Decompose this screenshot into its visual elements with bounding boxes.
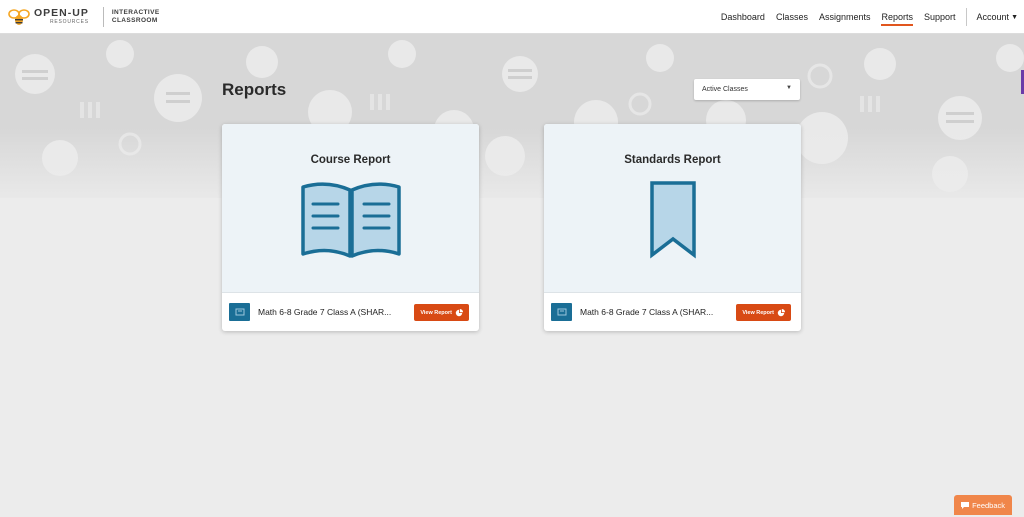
view-report-label: View Report bbox=[420, 309, 452, 316]
brand-name: OPEN-UP bbox=[34, 7, 89, 20]
view-report-button[interactable]: View Report bbox=[736, 304, 791, 321]
brand-divider bbox=[102, 6, 104, 27]
top-navigation-bar: OPEN-UP RESOURCES INTERACTIVE CLASSROOM … bbox=[0, 0, 1024, 34]
brand-wordmark: OPEN-UP RESOURCES bbox=[34, 8, 89, 25]
class-icon bbox=[229, 303, 250, 321]
class-filter-dropdown[interactable]: Active Classes ▼ bbox=[694, 79, 800, 100]
decorative-pattern-banner bbox=[0, 34, 1024, 198]
brand-logo[interactable]: OPEN-UP RESOURCES bbox=[8, 7, 89, 27]
card-illustration bbox=[544, 180, 801, 260]
class-name: Math 6-8 Grade 7 Class A (SHAR... bbox=[258, 307, 392, 317]
standards-report-card: Standards Report Math 6-8 Grade 7 Class … bbox=[544, 124, 801, 331]
product-line-2: CLASSROOM bbox=[111, 16, 158, 24]
feedback-label: Feedback bbox=[972, 500, 1005, 510]
caret-down-icon: ▼ bbox=[1011, 13, 1018, 21]
nav-assignments[interactable]: Assignments bbox=[819, 0, 871, 34]
bee-icon bbox=[8, 8, 30, 25]
nav-reports[interactable]: Reports bbox=[881, 0, 913, 34]
caret-down-icon: ▼ bbox=[786, 85, 792, 91]
course-report-footer: Math 6-8 Grade 7 Class A (SHAR... View R… bbox=[222, 292, 479, 331]
standards-report-title: Standards Report bbox=[624, 154, 721, 166]
card-illustration bbox=[222, 180, 479, 260]
pie-chart-icon bbox=[777, 308, 785, 316]
nav-dashboard[interactable]: Dashboard bbox=[721, 0, 765, 34]
class-icon bbox=[551, 303, 572, 321]
page-title: Reports bbox=[222, 80, 287, 99]
course-report-title: Course Report bbox=[310, 154, 391, 166]
nav-divider bbox=[965, 8, 967, 26]
pattern-fade bbox=[0, 128, 1024, 198]
product-line-1: INTERACTIVE bbox=[111, 8, 160, 16]
class-name: Math 6-8 Grade 7 Class A (SHAR... bbox=[580, 307, 714, 317]
standards-report-footer: Math 6-8 Grade 7 Class A (SHAR... View R… bbox=[544, 292, 801, 331]
product-name: INTERACTIVE CLASSROOM bbox=[112, 9, 160, 25]
pie-chart-icon bbox=[455, 308, 463, 316]
brand-sub: RESOURCES bbox=[49, 18, 89, 25]
class-filter-value: Active Classes bbox=[702, 86, 748, 93]
feedback-button[interactable]: Feedback bbox=[954, 495, 1012, 515]
view-report-label: View Report bbox=[742, 309, 774, 316]
account-menu[interactable]: Account ▼ bbox=[977, 0, 1018, 34]
open-book-icon bbox=[300, 182, 401, 258]
standards-report-card-header[interactable]: Standards Report bbox=[544, 124, 801, 292]
view-report-button[interactable]: View Report bbox=[414, 304, 469, 321]
account-label: Account bbox=[976, 12, 1010, 22]
course-report-card: Course Report Math 6-8 Grade 7 Class A (… bbox=[222, 124, 479, 331]
main-nav: Dashboard Classes Assignments Reports Su… bbox=[710, 0, 1018, 34]
nav-classes[interactable]: Classes bbox=[776, 0, 808, 34]
nav-support[interactable]: Support bbox=[924, 0, 956, 34]
chat-bubble-icon bbox=[961, 501, 970, 509]
bookmark-icon bbox=[649, 181, 696, 259]
course-report-card-header[interactable]: Course Report bbox=[222, 124, 479, 292]
